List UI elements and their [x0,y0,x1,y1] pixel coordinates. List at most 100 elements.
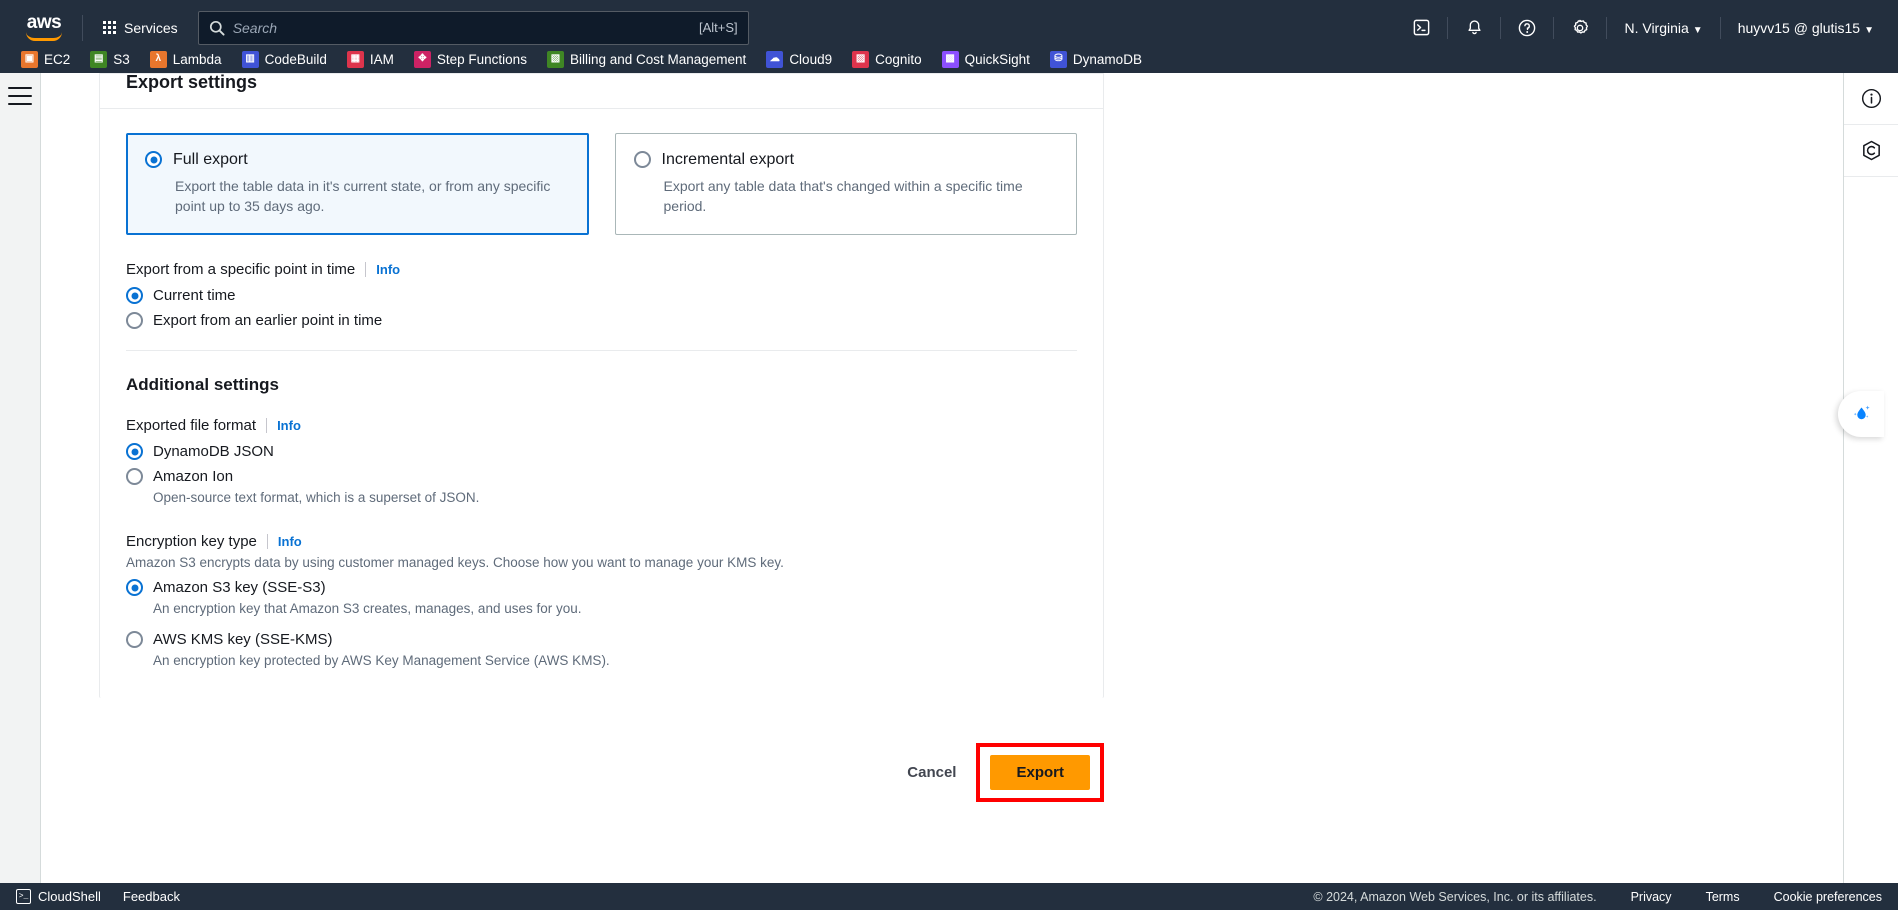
export-button[interactable]: Export [990,754,1090,790]
sse-s3-radio[interactable] [126,579,143,596]
fav-codebuild[interactable]: ▥ CodeBuild [237,48,332,71]
full-export-radio[interactable] [145,151,162,168]
fav-step-functions[interactable]: ✥ Step Functions [409,48,532,71]
aws-console-page: aws Services [Alt+S] [0,0,1898,910]
step-functions-service-icon: ✥ [413,50,431,68]
radio-label: Amazon Ion [153,468,234,485]
fav-label: QuickSight [964,51,1030,67]
account-label: huyvv15 @ glutis15 [1737,19,1861,36]
shield-security-icon[interactable] [1844,125,1898,177]
encryption-label-row: Encryption key type Info [126,533,1077,550]
incremental-export-radio[interactable] [633,151,651,168]
fav-ec2[interactable]: ▣ EC2 [16,48,75,71]
bottom-status-bar: >_ CloudShell Feedback © 2024, Amazon We… [0,883,1898,910]
fav-label: Lambda [172,51,222,67]
settings-gear-icon[interactable] [1561,11,1599,45]
feedback-button[interactable]: Feedback [123,889,180,904]
chevron-down-icon: ▼ [1692,24,1703,36]
fav-billing[interactable]: ▧ Billing and Cost Management [542,48,751,71]
file-format-label-row: Exported file format Info [126,417,1077,434]
info-panel-icon[interactable] [1844,73,1898,125]
earlier-point-radio[interactable] [126,312,143,329]
fav-label: Cloud9 [789,51,833,67]
aws-logo[interactable]: aws [18,11,70,45]
fav-lambda[interactable]: λ Lambda [145,48,227,71]
nav-divider [82,14,83,41]
fav-dynamodb[interactable]: ⛁ DynamoDB [1045,48,1147,71]
services-label: Services [124,19,178,36]
quicksight-service-icon: ▩ [941,50,959,68]
export-button-highlight: Export [976,742,1104,802]
feedback-label: Feedback [122,889,180,904]
search-shortcut-hint: [Alt+S] [699,20,738,35]
radio-sse-s3[interactable]: Amazon S3 key (SSE-S3) [126,578,1077,597]
form-actions: Cancel Export [99,739,1104,805]
copyright-text: © 2024, Amazon Web Services, Inc. or its… [1313,889,1597,904]
amazon-ion-radio[interactable] [126,468,143,485]
fav-cognito[interactable]: ▨ Cognito [847,48,927,71]
tile-description: Export any table data that's changed wit… [663,178,1023,214]
sse-s3-description: An encryption key that Amazon S3 creates… [153,601,582,616]
tile-title: Full export [173,151,248,168]
sse-kms-radio[interactable] [126,631,143,648]
services-menu-button[interactable]: Services [95,14,186,42]
fav-label: Step Functions [436,51,527,67]
fav-quicksight[interactable]: ▩ QuickSight [937,48,1035,71]
ec2-service-icon: ▣ [21,50,38,68]
fav-cloud9[interactable]: ☁ Cloud9 [761,48,837,71]
point-in-time-info-link[interactable]: Info [376,262,400,277]
hamburger-menu-icon[interactable] [8,87,32,105]
cloudshell-icon[interactable] [1402,11,1440,45]
grid-menu-icon [103,21,116,34]
dynamodb-service-icon: ⛁ [1049,50,1067,68]
radio-amazon-ion[interactable]: Amazon Ion [126,467,1077,486]
tile-full-export[interactable]: Full export Export the table data in it'… [126,133,589,235]
radio-sse-kms[interactable]: AWS KMS key (SSE-KMS) [126,630,1077,649]
iam-service-icon: ▦ [346,50,364,68]
q-assistant-icon[interactable] [1838,391,1884,437]
export-type-tiles: Full export Export the table data in it'… [126,133,1077,235]
notifications-bell-icon[interactable] [1455,11,1493,45]
point-in-time-group: Export from a specific point in time Inf… [126,261,1077,330]
nav-divider [1553,16,1555,39]
codebuild-service-icon: ▥ [241,50,259,68]
file-format-group: Exported file format Info DynamoDB JSON … [126,417,1077,507]
cookie-preferences-link[interactable]: Cookie preferences [1774,890,1882,904]
terms-link[interactable]: Terms [1706,890,1740,904]
nav-divider [1500,16,1502,39]
tile-title: Incremental export [661,151,795,168]
help-question-icon[interactable] [1508,11,1546,45]
radio-earlier-point-in-time[interactable]: Export from an earlier point in time [126,311,1077,330]
encryption-info-link[interactable]: Info [278,534,302,549]
encryption-label: Encryption key type [126,533,257,550]
account-menu[interactable]: huyvv15 @ glutis15 ▼ [1728,13,1884,43]
main-content-area: Export settings Full export Export the t… [41,73,1849,883]
fav-s3[interactable]: ▤ S3 [85,48,135,71]
nav-divider [1447,16,1449,39]
fav-label: Billing and Cost Management [569,51,747,67]
right-helper-panel [1838,73,1898,883]
privacy-link[interactable]: Privacy [1631,890,1672,904]
encryption-helper-text: Amazon S3 encrypts data by using custome… [126,555,784,570]
favorites-bar: ▣ EC2 ▤ S3 λ Lambda ▥ CodeBuild ▦ IAM ✥ … [0,45,1898,73]
dynamodb-json-radio[interactable] [126,443,143,460]
left-navigation-rail [0,73,41,883]
search-input[interactable] [232,19,700,36]
cancel-button[interactable]: Cancel [887,756,976,789]
fav-iam[interactable]: ▦ IAM [342,48,399,71]
global-search-bar[interactable]: [Alt+S] [197,10,749,45]
point-in-time-label: Export from a specific point in time [126,261,356,278]
radio-label: Current time [153,287,236,304]
top-nav-right-cluster: N. Virginia ▼ huyvv15 @ glutis15 ▼ [1402,11,1898,45]
tile-incremental-export[interactable]: Incremental export Export any table data… [614,133,1077,235]
radio-dynamodb-json[interactable]: DynamoDB JSON [126,442,1077,461]
file-format-info-link[interactable]: Info [277,418,301,433]
region-selector[interactable]: N. Virginia ▼ [1614,13,1712,43]
additional-settings-section: Additional settings Exported file format… [100,351,1103,698]
current-time-radio[interactable] [126,287,143,304]
export-settings-card: Export settings Full export Export the t… [99,73,1104,698]
cloudshell-button[interactable]: >_ CloudShell [16,889,101,904]
region-label: N. Virginia [1624,19,1689,36]
encryption-key-group: Encryption key type Info Amazon S3 encry… [126,533,1077,670]
radio-current-time[interactable]: Current time [126,286,1077,305]
